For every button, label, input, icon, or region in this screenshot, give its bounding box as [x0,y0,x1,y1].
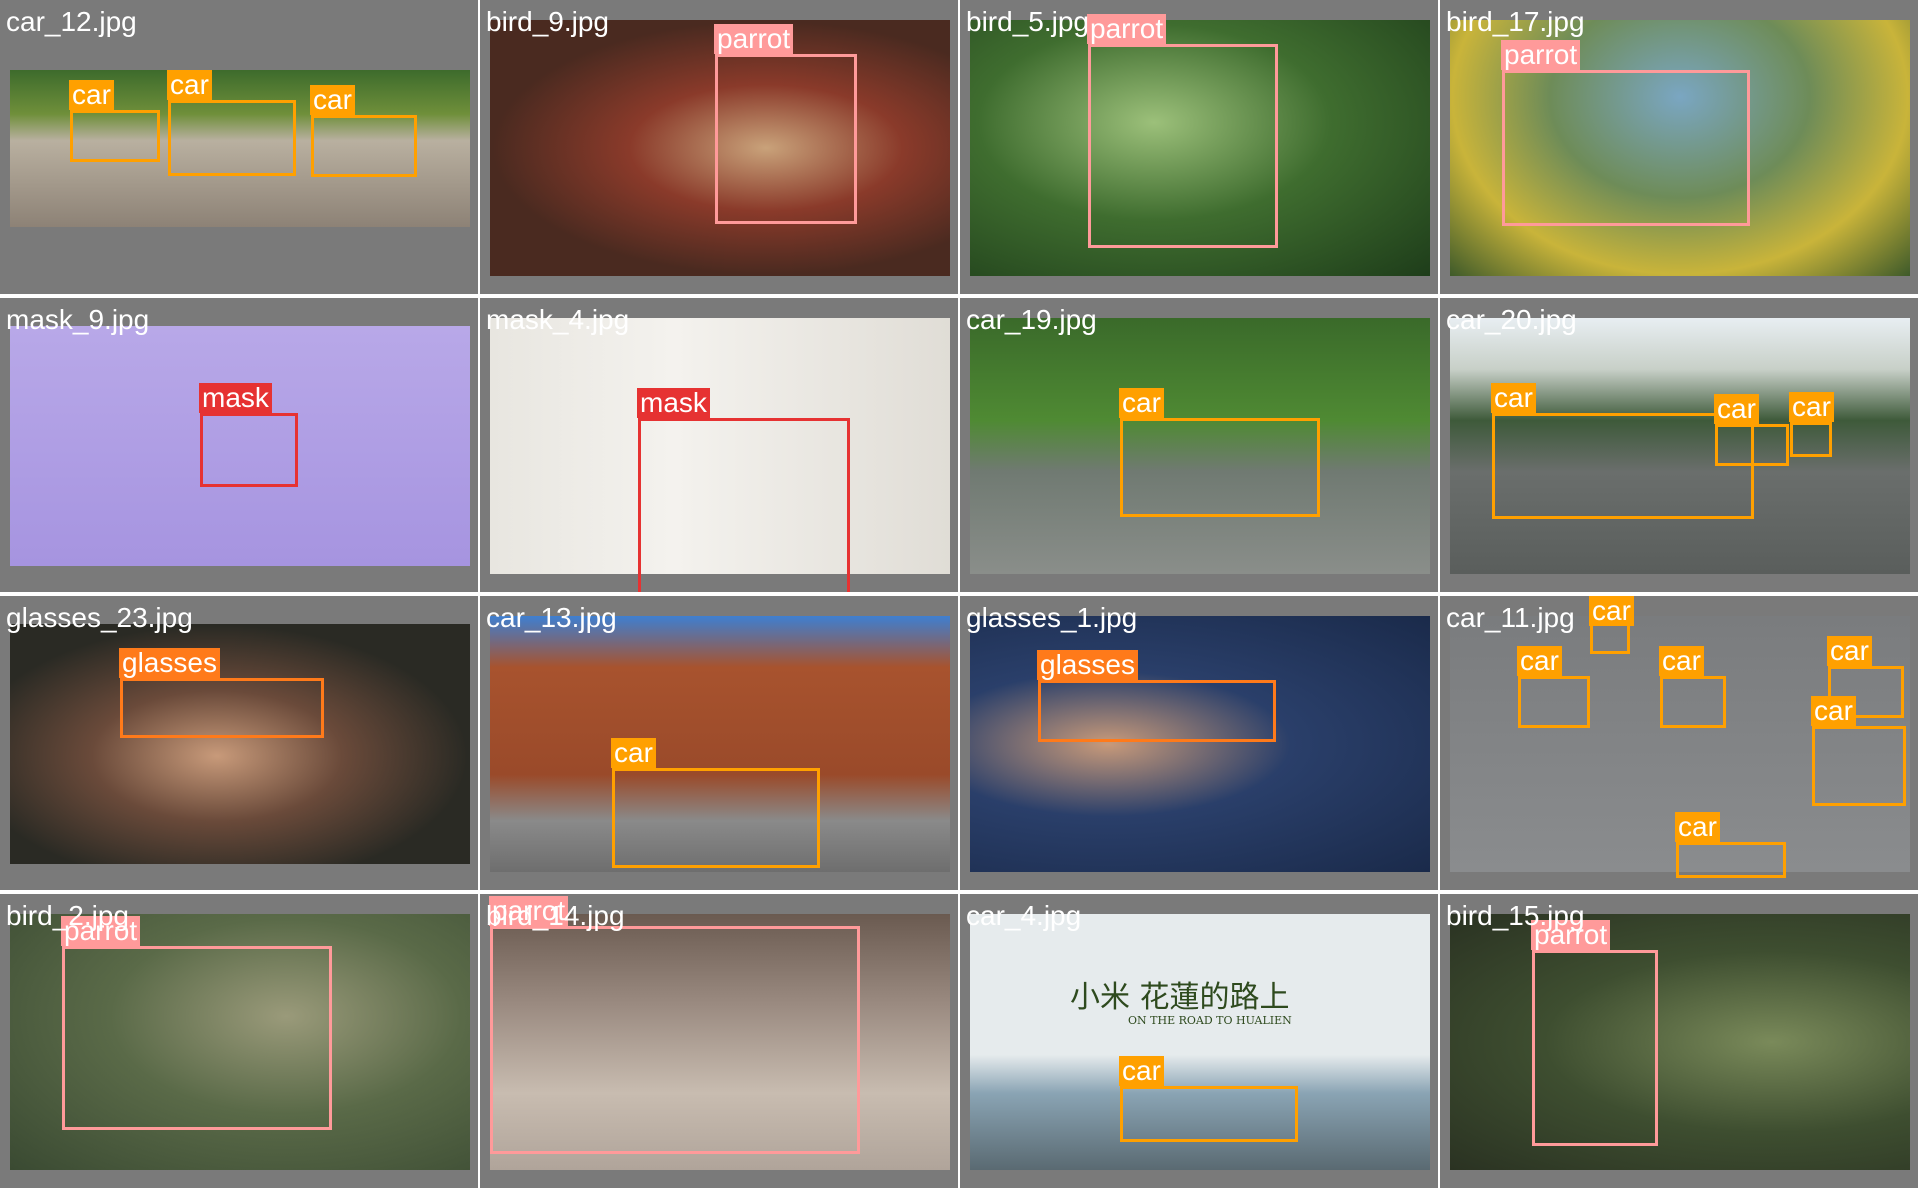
result-tile[interactable]: glasses_23.jpgglasses [0,596,478,890]
bounding-box-car [1518,676,1590,728]
image-filename: bird_2.jpg [6,900,129,931]
bounding-box-parrot [715,54,857,224]
image-filename: car_4.jpg [966,900,1082,931]
image-filename: mask_4.jpg [486,304,630,335]
result-tile[interactable]: mask_4.jpgmask [480,298,958,592]
detection-label-car: car [1517,646,1562,676]
result-tile[interactable]: car_20.jpg car car car [1440,298,1918,592]
detection-label-glasses: glasses [119,648,220,678]
result-tile[interactable]: bird_2.jpg parrot [0,894,478,1188]
bounding-box-glasses [1038,680,1276,742]
bounding-box-glasses [120,678,324,738]
detection-label-car: car [69,80,114,110]
image-filename: car_12.jpg [6,6,137,37]
image-filename: glasses_23.jpg [6,602,193,633]
bounding-box-parrot [1532,950,1658,1146]
result-tile[interactable]: car_4.jpg 小米 花蓮的路上 ON THE ROAD TO HUALIEN c… [960,894,1438,1188]
bounding-box-car [311,115,417,177]
detection-label-parrot: parrot [714,24,794,54]
bounding-box-car [612,768,820,868]
detection-label-car: car [310,85,355,115]
detection-label-car: car [1589,596,1634,626]
bounding-box-car [1660,676,1726,728]
watermark-subtitle: ON THE ROAD TO HUALIEN [1128,1014,1292,1027]
detection-label-parrot: parrot [1087,14,1167,44]
detection-label-car: car [1491,383,1536,413]
detection-label-car: car [1811,696,1856,726]
result-tile[interactable]: car_19.jpgcar [960,298,1438,592]
detection-results-grid: car_12.jpg car car car bird_9.jpg parrot bird_… [0,0,1920,1192]
bounding-box-parrot [490,926,860,1154]
detection-label-glasses: glasses [1037,650,1138,680]
detection-label-mask: mask [199,383,272,413]
image-filename: car_20.jpg [1446,304,1577,335]
image-filename: bird_14.jpg [486,900,625,931]
bounding-box-car [168,100,296,176]
detection-label-car: car [611,738,656,768]
image-filename: bird_17.jpg [1446,6,1585,37]
result-tile[interactable]: bird_17.jpg parrot [1440,0,1918,294]
bounding-box-car [70,110,160,162]
image-filename: mask_9.jpg [6,304,150,335]
image-filename: car_11.jpg [1446,602,1575,633]
image-filename: bird_9.jpg [486,6,609,37]
bounding-box-car [1120,418,1320,517]
result-tile[interactable]: car_13.jpgcar [480,596,958,890]
detection-label-car: car [167,70,212,100]
image-filename: bird_15.jpg [1446,900,1585,931]
watermark-title: 小米 花蓮的路上 [1070,980,1290,1015]
detection-label-parrot: parrot [1501,40,1581,70]
result-tile[interactable]: bird_14.jpg parrot [480,894,958,1188]
result-tile[interactable]: bird_9.jpgparrot [480,0,958,294]
image-filename: car_19.jpg [966,304,1097,335]
detection-image [1450,914,1910,1170]
image-filename: car_13.jpg [486,602,617,633]
bounding-box-parrot [1088,44,1278,248]
detection-label-mask: mask [637,388,710,418]
detection-label-car: car [1714,394,1759,424]
bounding-box-parrot [62,946,332,1130]
detection-label-car: car [1119,388,1164,418]
detection-label-car: car [1675,812,1720,842]
detection-label-car: car [1119,1056,1164,1086]
detection-label-car: car [1789,392,1834,422]
detection-label-car: car [1659,646,1704,676]
bounding-box-car [1120,1086,1298,1142]
bounding-box-car [1790,422,1832,457]
result-tile[interactable]: glasses_1.jpgglasses [960,596,1438,890]
image-filename: bird_5.jpg [966,6,1089,37]
result-tile[interactable]: car_11.jpg car car car car car car [1440,596,1918,890]
bounding-box-mask [200,413,298,487]
bounding-box-car [1812,726,1906,806]
image-filename: glasses_1.jpg [966,602,1138,633]
result-tile[interactable]: mask_9.jpgmask [0,298,478,592]
bounding-box-parrot [1502,70,1750,226]
bounding-box-car [1676,842,1786,878]
result-tile[interactable]: car_12.jpgcar car car [0,0,478,294]
result-tile[interactable]: bird_5.jpg parrot [960,0,1438,294]
detection-image [10,624,470,864]
result-tile[interactable]: bird_15.jpg parrot [1440,894,1918,1188]
detection-label-car: car [1827,636,1872,666]
bounding-box-mask [638,418,850,592]
bounding-box-car [1715,424,1789,466]
